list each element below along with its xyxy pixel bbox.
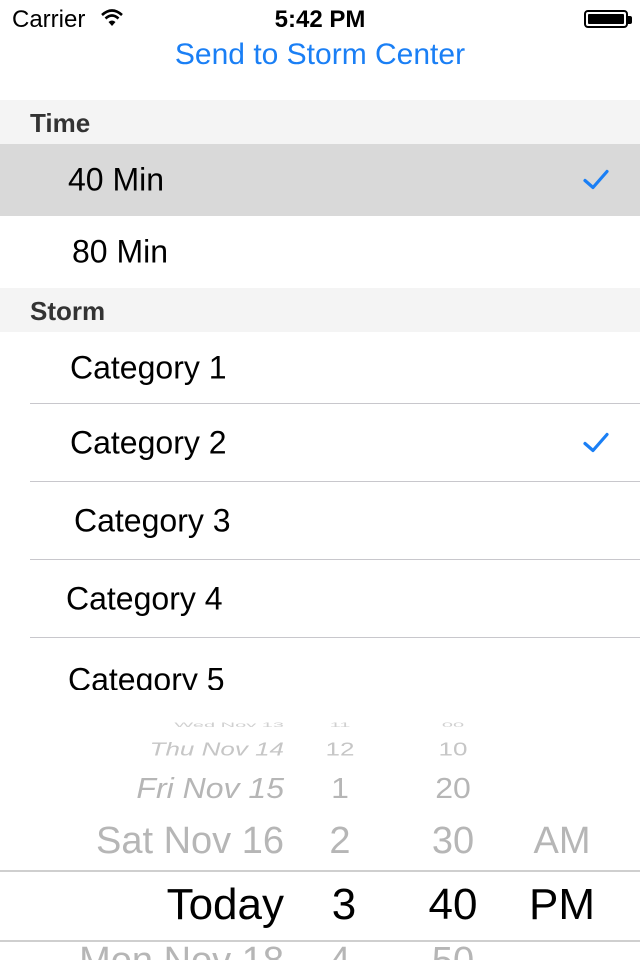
storm-option-category-1[interactable]: Category 1: [0, 332, 640, 404]
row-label: Category 3: [74, 502, 231, 538]
picker-minute-item[interactable]: 00: [418, 722, 488, 729]
status-bar: Carrier 5:42 PM: [0, 0, 640, 40]
storm-option-category-3[interactable]: Category 3: [0, 482, 640, 559]
picker-date-item[interactable]: Thu Nov 14: [150, 739, 284, 761]
picker-minute-selected[interactable]: 40: [418, 880, 488, 930]
storm-option-category-4[interactable]: Category 4: [0, 560, 640, 637]
picker-hour-item[interactable]: 12: [316, 739, 364, 761]
battery-icon: [584, 10, 628, 28]
picker-selection-bottom-line: [0, 940, 640, 942]
row-label: Category 5: [68, 661, 225, 693]
picker-hour-item[interactable]: 11: [316, 722, 364, 729]
send-to-storm-center-button[interactable]: Send to Storm Center: [0, 38, 640, 72]
row-label: Category 2: [70, 424, 227, 460]
section-header-storm: Storm: [0, 288, 640, 332]
picker-minute-item[interactable]: 20: [418, 772, 488, 805]
time-option-40-min[interactable]: 40 Min: [0, 144, 640, 216]
battery-nub: [628, 16, 632, 24]
picker-date-item[interactable]: Sat Nov 16: [96, 820, 284, 863]
picker-minute-item[interactable]: 10: [418, 739, 488, 761]
picker-ampm-item[interactable]: AM: [520, 820, 604, 863]
picker-hour-item[interactable]: 1: [316, 772, 364, 805]
picker-date-item[interactable]: Mon Nov 18: [79, 940, 284, 960]
picker-hour-item[interactable]: 4: [316, 940, 364, 960]
row-label: 40 Min: [68, 161, 165, 198]
picker-minute-item[interactable]: 50: [418, 940, 488, 960]
picker-selection-top-line: [0, 870, 640, 872]
status-time: 5:42 PM: [274, 6, 366, 33]
picker-minute-item[interactable]: 30: [418, 820, 488, 863]
time-option-80-min[interactable]: 80 Min: [0, 216, 640, 288]
checkmark-icon: [582, 162, 610, 199]
date-time-picker[interactable]: Wed Nov 13 Thu Nov 14 Fri Nov 15 Sat Nov…: [0, 690, 640, 960]
picker-hour-item[interactable]: 2: [316, 820, 364, 863]
picker-date-item[interactable]: Wed Nov 13: [174, 722, 284, 729]
picker-hour-selected[interactable]: 3: [316, 880, 372, 930]
row-label: Category 1: [70, 349, 227, 386]
picker-ampm-selected[interactable]: PM: [520, 880, 604, 930]
checkmark-icon: [582, 424, 610, 461]
picker-date-selected[interactable]: Today: [167, 880, 284, 930]
storm-option-category-2[interactable]: Category 2: [0, 404, 640, 481]
storm-option-category-5[interactable]: Category 5: [0, 638, 640, 693]
row-label: Category 4: [66, 580, 223, 616]
row-label: 80 Min: [72, 233, 169, 270]
picker-date-item[interactable]: Fri Nov 15: [136, 772, 284, 805]
section-header-time: Time: [0, 100, 640, 144]
